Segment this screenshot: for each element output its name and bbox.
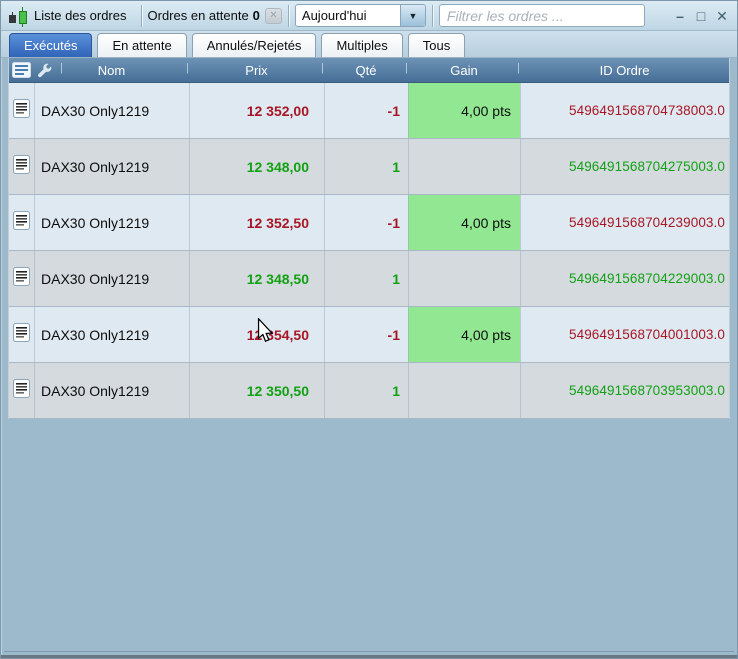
- order-document-icon[interactable]: [13, 98, 30, 123]
- order-gain: [408, 139, 520, 194]
- order-icon-cell: [9, 195, 34, 250]
- tab[interactable]: Multiples: [321, 33, 403, 57]
- order-price: 12 350,50: [189, 363, 324, 418]
- tab-label: Annulés/Rejetés: [206, 38, 302, 53]
- chevron-down-icon[interactable]: ▼: [399, 5, 425, 26]
- window-frame-line: [4, 651, 734, 652]
- tab[interactable]: Annulés/Rejetés: [191, 33, 317, 57]
- order-name: DAX30 Only1219: [34, 251, 189, 306]
- order-id: 5496491568704229003.0: [520, 251, 729, 306]
- table-body: DAX30 Only1219 12 352,00 -1 4,00 pts 549…: [9, 83, 729, 419]
- separator: [431, 4, 433, 27]
- order-icon-cell: [9, 139, 34, 194]
- period-dropdown[interactable]: Aujourd'hui ▼: [294, 4, 426, 27]
- pending-orders-label: Ordres en attente: [147, 8, 249, 23]
- order-icon-cell: [9, 307, 34, 362]
- separator: [140, 4, 142, 27]
- table-row[interactable]: DAX30 Only1219 12 354,50 -1 4,00 pts 549…: [9, 307, 729, 363]
- tab-label: Multiples: [336, 38, 388, 53]
- table-row[interactable]: DAX30 Only1219 12 350,50 1 5496491568703…: [9, 363, 729, 419]
- tab-bar: Exécutés En attente Annulés/Rejetés Mult…: [1, 31, 737, 58]
- column-header-id-ordre[interactable]: ID Ordre: [517, 58, 729, 82]
- order-price: 12 354,50: [189, 307, 324, 362]
- order-document-icon[interactable]: [13, 378, 30, 403]
- column-header-label: Prix: [245, 62, 268, 78]
- column-header-gain[interactable]: Gain: [405, 58, 520, 82]
- orders-window: Liste des ordres Ordres en attente 0 ✕ Au…: [0, 0, 738, 659]
- order-name: DAX30 Only1219: [34, 307, 189, 362]
- column-header-label: Nom: [97, 62, 126, 78]
- wrench-icon[interactable]: [37, 62, 52, 81]
- separator: [287, 4, 289, 27]
- order-name: DAX30 Only1219: [34, 83, 189, 138]
- order-document-icon[interactable]: [13, 266, 30, 291]
- order-gain: [408, 363, 520, 418]
- order-icon-cell: [9, 251, 34, 306]
- order-icon-cell: [9, 83, 34, 138]
- order-gain: 4,00 pts: [408, 195, 520, 250]
- order-name: DAX30 Only1219: [34, 195, 189, 250]
- table-header: Nom Prix Qté Gain ID Ordre: [9, 58, 729, 83]
- window-title: Liste des ordres: [34, 8, 127, 23]
- order-id: 5496491568704738003.0: [520, 83, 729, 138]
- pending-orders-status: Ordres en attente 0: [148, 8, 260, 23]
- order-name: DAX30 Only1219: [34, 363, 189, 418]
- order-id: 5496491568704239003.0: [520, 195, 729, 250]
- tab[interactable]: Exécutés: [9, 33, 93, 57]
- order-gain: 4,00 pts: [408, 83, 520, 138]
- filter-input[interactable]: [438, 4, 645, 27]
- order-qty: -1: [324, 195, 408, 250]
- order-qty: -1: [324, 307, 408, 362]
- orders-table: Nom Prix Qté Gain ID Ordre DAX30 Only121…: [8, 58, 730, 419]
- order-price: 12 352,00: [189, 83, 324, 138]
- order-icon-cell: [9, 363, 34, 418]
- order-qty: -1: [324, 83, 408, 138]
- maximize-button[interactable]: □: [692, 6, 710, 26]
- order-gain: 4,00 pts: [408, 307, 520, 362]
- column-header-label: Gain: [450, 62, 478, 78]
- close-button[interactable]: ✕: [713, 6, 731, 26]
- column-header-prix[interactable]: Prix: [186, 58, 324, 82]
- table-row[interactable]: DAX30 Only1219 12 352,00 -1 4,00 pts 549…: [9, 83, 729, 139]
- pending-orders-count: 0: [252, 8, 260, 23]
- table-row[interactable]: DAX30 Only1219 12 352,50 -1 4,00 pts 549…: [9, 195, 729, 251]
- order-price: 12 348,50: [189, 251, 324, 306]
- window-bottom-edge: [1, 655, 737, 658]
- table-row[interactable]: DAX30 Only1219 12 348,50 1 5496491568704…: [9, 251, 729, 307]
- order-document-icon[interactable]: [13, 154, 30, 179]
- column-header-qte[interactable]: Qté: [321, 58, 408, 82]
- tab-label: Exécutés: [24, 38, 78, 53]
- order-id: 5496491568704275003.0: [520, 139, 729, 194]
- order-document-icon[interactable]: [13, 210, 30, 235]
- order-id: 5496491568704001003.0: [520, 307, 729, 362]
- report-list-icon[interactable]: [9, 58, 34, 82]
- table-row[interactable]: DAX30 Only1219 12 348,00 1 5496491568704…: [9, 139, 729, 195]
- order-qty: 1: [324, 139, 408, 194]
- order-document-icon[interactable]: [13, 322, 30, 347]
- window-controls: – □ ✕: [671, 6, 731, 26]
- order-id: 5496491568703953003.0: [520, 363, 729, 418]
- tab-label: Tous: [422, 38, 451, 53]
- report-list-icon-svg: [12, 62, 31, 78]
- dark-candle-icon: [9, 11, 16, 23]
- title-bar: Liste des ordres Ordres en attente 0 ✕ Au…: [1, 1, 737, 31]
- order-price: 12 352,50: [189, 195, 324, 250]
- minimize-button[interactable]: –: [671, 6, 689, 26]
- column-header-label: ID Ordre: [599, 62, 650, 78]
- tab[interactable]: En attente: [97, 33, 187, 57]
- tab-label: En attente: [112, 38, 172, 53]
- green-candle-icon: [19, 6, 27, 27]
- period-dropdown-value: Aujourd'hui: [301, 8, 367, 23]
- column-header-label: Qté: [355, 62, 377, 78]
- clear-pending-button[interactable]: ✕: [264, 7, 282, 24]
- column-header-nom[interactable]: Nom: [34, 58, 189, 82]
- order-gain: [408, 251, 520, 306]
- order-name: DAX30 Only1219: [34, 139, 189, 194]
- order-qty: 1: [324, 251, 408, 306]
- order-qty: 1: [324, 363, 408, 418]
- order-price: 12 348,00: [189, 139, 324, 194]
- candlestick-chart-icon: [7, 5, 29, 27]
- tab[interactable]: Tous: [407, 33, 466, 57]
